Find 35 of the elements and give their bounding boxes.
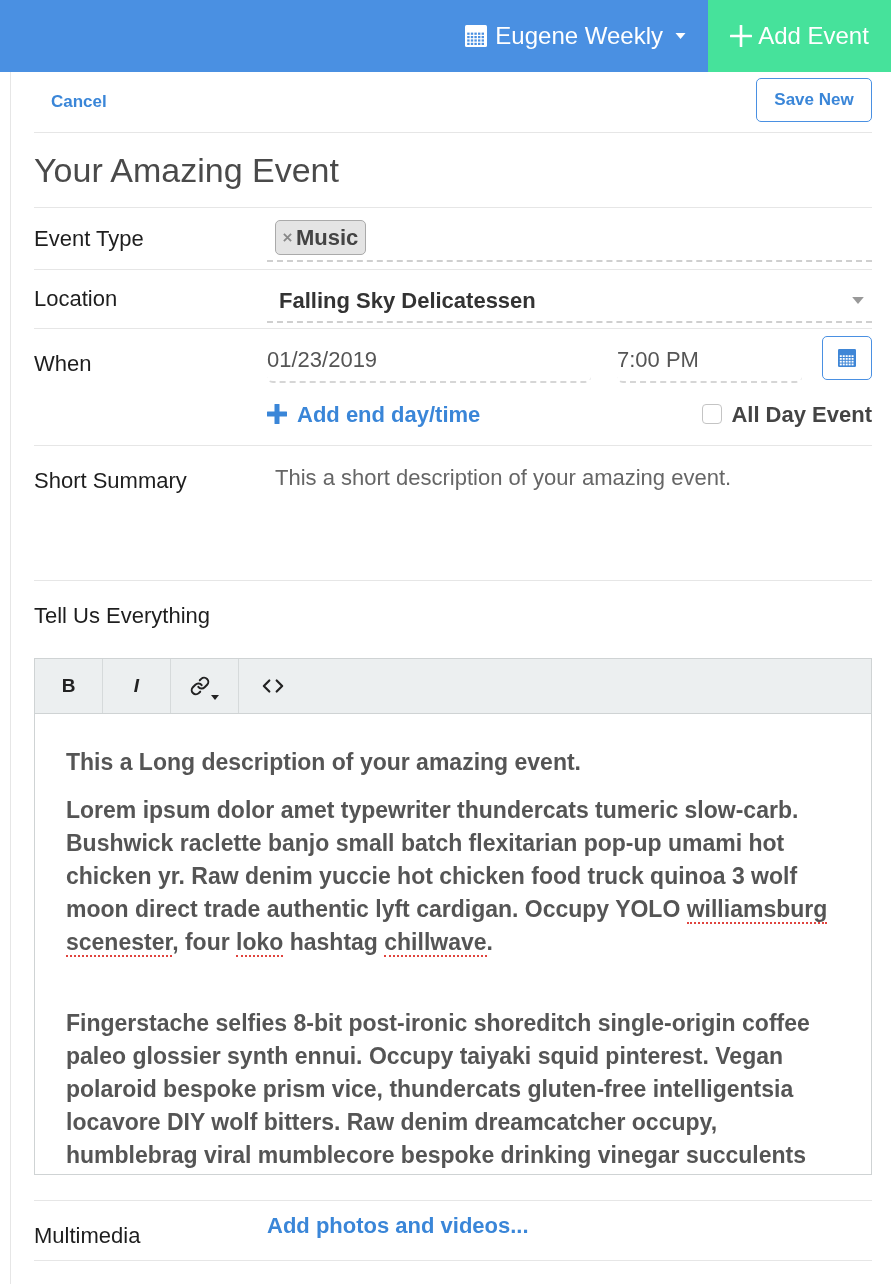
calendar-button[interactable] [822,336,872,380]
checkbox-label: All Day Event [731,400,872,429]
calendar-icon [838,349,856,367]
checkbox[interactable] [702,404,723,424]
field-label: Tell Us Everything [34,603,211,628]
editor-paragraph: Lorem ipsum dolor amet typewriter thundercats tumeric slow-carb. Bushwick raclette banjo small batch flexitarian pop-up umami hot chicken yr. Raw denim yuccie hot chicken food truck quinoa 3 wolf moon direct trade authentic lyft cardigan. Occupy YOLO williamsburg scenester, four loko hashtag chillwave. [66,796,829,959]
remove-icon[interactable] [283,233,292,242]
time-field[interactable]: 7:00 PM [617,337,802,383]
field-label: Multimedia [34,1223,141,1248]
editor-paragraph: This a Long description of your amazing event. [66,748,582,777]
save-new-button[interactable]: Save New [756,78,872,122]
calendar-icon [465,25,488,47]
calendar-menu[interactable]: Eugene Weekly [465,0,708,72]
cancel-link[interactable]: Cancel [51,89,107,115]
plus-icon [267,404,287,424]
date-field[interactable]: 01/23/2019 [267,337,591,383]
summary-field[interactable]: This a short description of your amazing event. [267,446,872,580]
bold-button[interactable]: B [35,659,103,713]
tags-field[interactable]: Music [267,215,872,262]
add-media-link[interactable]: Add photos and videos... [267,1201,529,1240]
caret-icon [211,695,219,700]
page-title: Your Amazing Event [34,149,339,191]
field-label: Event Type [34,225,144,251]
editor-paragraph: Fingerstache selfies 8-bit post-ironic shoreditch single-origin coffee paleo glossier synth ennui. Occupy taiyaki squid pinterest. Vegan polaroid bespoke prism vice, thundercats gluten-free intelligentsia locavore DIY wolf bitters. Raw denim dreamcatcher occupy, humblebrag viral mumblecore bespoke drinking vinegar succulents [66,1009,811,1170]
plus-icon [730,25,753,47]
link-icon [190,676,210,696]
field-label: When [34,351,92,376]
field-label: Location [34,286,118,311]
italic-button[interactable]: I [103,659,171,713]
tag-label: Music [296,223,359,252]
caret-icon [675,33,686,39]
caret-icon [852,297,864,304]
field-label: Short Summary [34,468,187,493]
add-end-time-link[interactable]: Add end day/time [267,397,481,431]
location-select[interactable]: Falling Sky Delicatessen [267,280,872,323]
